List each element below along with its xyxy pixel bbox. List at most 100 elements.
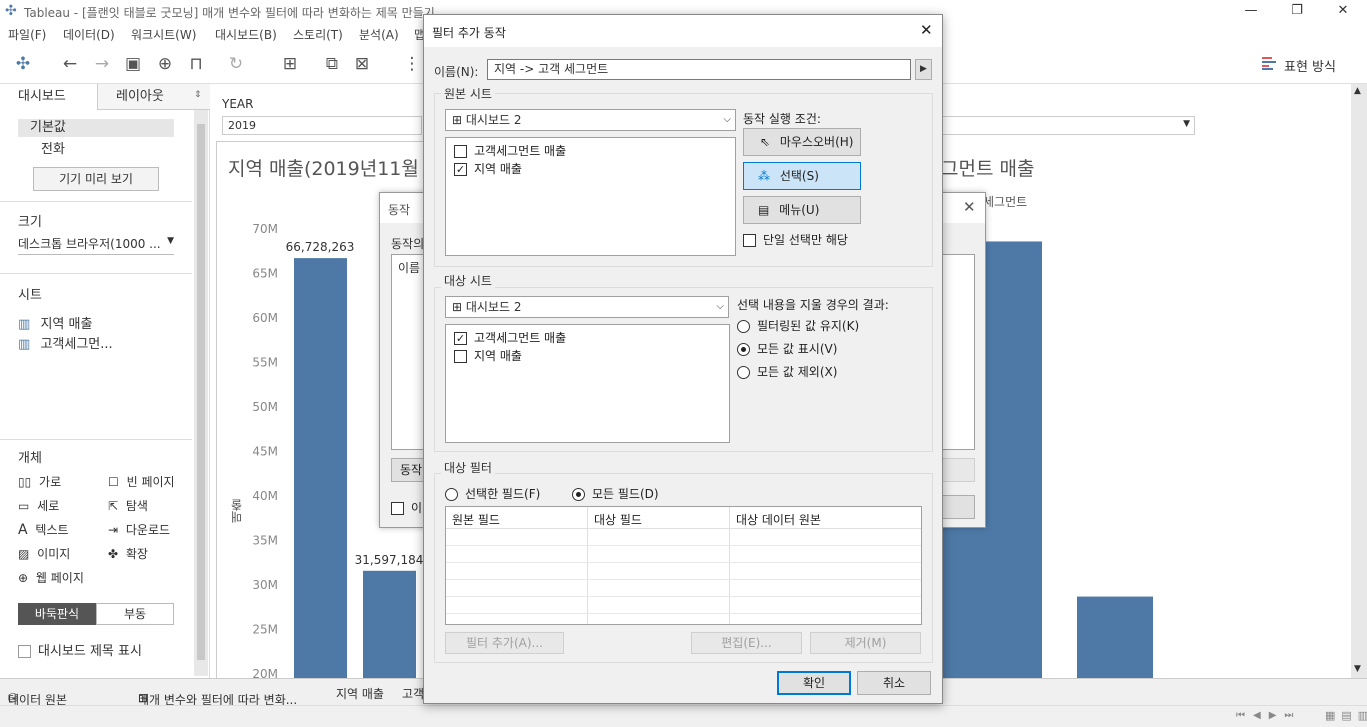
object-webpage[interactable]: ⊕ 웹 페이지 — [18, 569, 84, 586]
cursor-icon: ⇖ — [760, 135, 771, 149]
refresh-icon[interactable]: ↻ — [226, 54, 246, 74]
pane-scrollbar[interactable] — [194, 110, 208, 676]
save-icon[interactable]: ▣ — [123, 54, 143, 74]
show-title-checkbox[interactable]: 대시보드 제목 표시 — [18, 640, 142, 659]
target-item-segment[interactable]: ✓ 고객세그먼트 매출 — [454, 329, 566, 346]
menu-worksheet[interactable]: 워크시트(W) — [131, 26, 196, 43]
minimize-icon[interactable]: — — [1228, 0, 1274, 22]
checkbox-checked[interactable]: ✓ — [454, 332, 467, 345]
device-default[interactable]: 기본값 — [18, 119, 174, 137]
exclude-all-radio[interactable]: 모든 값 제외(X) — [737, 363, 837, 380]
close-icon[interactable]: ✕ — [1320, 0, 1366, 22]
source-item-region[interactable]: ✓ 지역 매출 — [454, 160, 522, 177]
close-icon[interactable]: ✕ — [920, 21, 933, 39]
status-bar: ⏮◀▶⏭ ▦▤▥ — [0, 705, 1367, 727]
object-vertical[interactable]: ▭ 세로 — [18, 497, 59, 514]
chart-bar[interactable] — [294, 258, 347, 678]
tab-dashboard[interactable]: 대시보드 — [0, 84, 98, 110]
object-image[interactable]: ▨ 이미지 — [18, 545, 70, 562]
tiled-toggle[interactable]: 바둑판식 — [18, 603, 96, 625]
undo-icon[interactable]: ← — [60, 54, 80, 74]
object-horizontal[interactable]: ▯▯ 가로 — [18, 473, 61, 490]
canvas-scrollbar[interactable]: ▲ ▼ — [1351, 84, 1367, 678]
source-sheet-combo[interactable]: ⊞ 대시보드 2 ⌵ — [445, 109, 736, 131]
chart-bar[interactable] — [363, 570, 416, 678]
size-dropdown[interactable]: 데스크톱 브라우저(1000 ... ▼ — [18, 235, 174, 255]
checkbox[interactable] — [743, 234, 756, 247]
actions-checkbox[interactable]: 이 — [391, 499, 422, 516]
new-datasource-icon[interactable]: ⊕ — [155, 54, 175, 74]
checkbox[interactable] — [18, 645, 31, 658]
floating-toggle[interactable]: 부동 — [96, 603, 174, 625]
target-filter-label: 대상 필터 — [441, 459, 495, 476]
y-tick-label: 35M — [252, 534, 278, 548]
menu-button[interactable]: ▤ 메뉴(U) — [743, 196, 861, 224]
sheet-nav-icon[interactable]: ⏮◀▶⏭ — [1236, 710, 1301, 721]
radio[interactable] — [445, 488, 458, 501]
chevron-up-icon[interactable]: ▲ — [1354, 86, 1361, 96]
menu-dashboard[interactable]: 대시보드(B) — [215, 26, 277, 43]
sheet-item-region-sales[interactable]: ▥ 지역 매출 — [18, 313, 92, 332]
object-navigation[interactable]: ⇱ 탐색 — [108, 497, 148, 514]
restore-icon[interactable]: ❐ — [1274, 0, 1320, 22]
show-all-radio[interactable]: 모든 값 표시(V) — [737, 340, 837, 357]
hover-button[interactable]: ⇖ 마우스오버(H) — [743, 128, 861, 156]
tableau-home-icon[interactable]: ✣ — [13, 54, 33, 74]
y-tick-label: 25M — [252, 623, 278, 637]
swap-icon[interactable]: ⋮ — [402, 54, 422, 74]
tab-menu-icon[interactable]: ⇕ — [194, 90, 202, 100]
pause-updates-icon[interactable]: ⊓ — [186, 54, 206, 74]
all-fields-radio[interactable]: 모든 필드(D) — [572, 485, 659, 502]
object-download[interactable]: ⇥ 다운로드 — [108, 521, 170, 538]
col-target-datasource: 대상 데이터 원본 — [736, 513, 821, 527]
view-mode-icon[interactable]: ▦▤▥ — [1325, 709, 1367, 722]
duplicate-sheet-icon[interactable]: ⧉ — [322, 54, 342, 74]
menu-story[interactable]: 스토리(T) — [293, 26, 343, 43]
object-text[interactable]: A 텍스트 — [18, 521, 69, 538]
tab-segment-sales[interactable]: 고객 — [402, 685, 424, 702]
ok-button[interactable]: 확인 — [777, 671, 851, 695]
object-blank[interactable]: ☐ 빈 페이지 — [108, 473, 175, 490]
show-me-button[interactable]: 표현 방식 — [1284, 56, 1336, 75]
edit-filter-button[interactable]: 편집(E)... — [691, 632, 802, 654]
device-preview-button[interactable]: 기기 미리 보기 — [33, 167, 159, 191]
target-item-region[interactable]: 지역 매출 — [454, 347, 522, 364]
redo-icon[interactable]: → — [92, 54, 112, 74]
scroll-thumb[interactable] — [197, 124, 205, 660]
checkbox[interactable] — [391, 502, 404, 515]
y-tick-label: 70M — [252, 222, 278, 236]
checkbox[interactable] — [454, 145, 467, 158]
select-button[interactable]: ⁂ 선택(S) — [743, 162, 861, 190]
show-me-icon[interactable] — [1262, 56, 1276, 70]
insert-field-button[interactable]: ▶ — [915, 59, 932, 80]
selected-fields-radio[interactable]: 선택한 필드(F) — [445, 485, 540, 502]
tab-layout[interactable]: 레이아웃 — [98, 84, 198, 110]
chevron-down-icon[interactable]: ▼ — [1354, 664, 1361, 674]
radio[interactable] — [737, 366, 750, 379]
close-icon[interactable]: ✕ — [963, 198, 976, 216]
object-extension[interactable]: ✤ 확장 — [108, 545, 148, 562]
cancel-button[interactable]: 취소 — [857, 671, 931, 695]
clear-sheet-icon[interactable]: ⊠ — [352, 54, 372, 74]
single-select-checkbox[interactable]: 단일 선택만 해당 — [743, 231, 848, 248]
target-sheet-combo[interactable]: ⊞ 대시보드 2 ⌵ — [445, 296, 729, 318]
device-phone[interactable]: 전화 — [41, 138, 65, 157]
segment-bar[interactable] — [1077, 596, 1153, 678]
menu-analysis[interactable]: 분석(A) — [359, 26, 399, 43]
tab-region-sales[interactable]: 지역 매출 — [336, 685, 384, 702]
sheet-item-segment-sales[interactable]: ▥ 고객세그먼... — [18, 333, 113, 352]
new-sheet-icon[interactable]: ⊞ — [280, 54, 300, 74]
radio[interactable] — [737, 320, 750, 333]
radio-selected[interactable] — [572, 488, 585, 501]
radio-selected[interactable] — [737, 343, 750, 356]
checkbox-checked[interactable]: ✓ — [454, 163, 467, 176]
keep-filtered-radio[interactable]: 필터링된 값 유지(K) — [737, 317, 859, 334]
col-source-field: 원본 필드 — [452, 513, 500, 527]
menu-data[interactable]: 데이터(D) — [63, 26, 115, 43]
remove-filter-button[interactable]: 제거(M) — [810, 632, 921, 654]
checkbox[interactable] — [454, 350, 467, 363]
source-item-segment[interactable]: 고객세그먼트 매출 — [454, 142, 566, 159]
add-filter-button[interactable]: 필터 추가(A)... — [445, 632, 564, 654]
menu-file[interactable]: 파일(F) — [8, 26, 46, 43]
name-input[interactable]: 지역 -> 고객 세그먼트 — [487, 59, 911, 80]
